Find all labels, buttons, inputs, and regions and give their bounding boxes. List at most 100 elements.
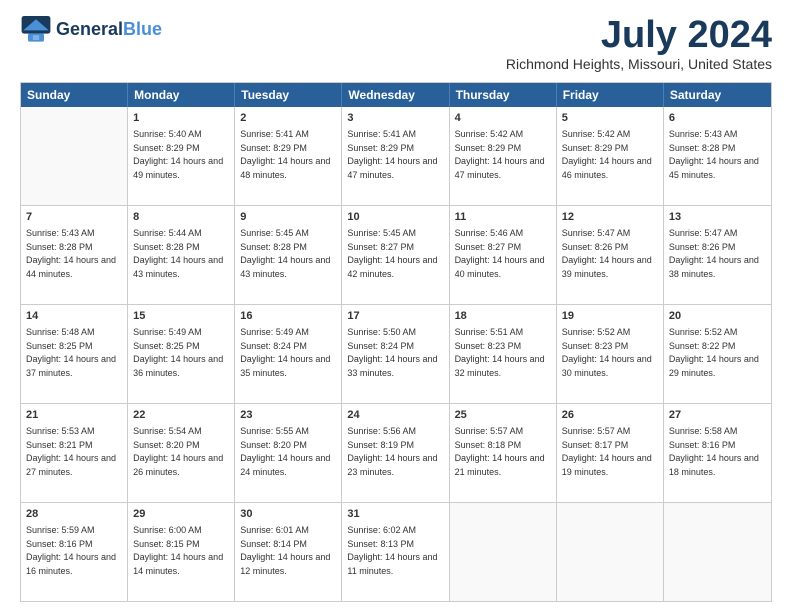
cell-info: Sunrise: 5:41 AMSunset: 8:29 PMDaylight:… xyxy=(240,129,330,180)
cell-info: Sunrise: 5:51 AMSunset: 8:23 PMDaylight:… xyxy=(455,327,545,378)
day-number: 13 xyxy=(669,210,766,225)
calendar: Sunday Monday Tuesday Wednesday Thursday… xyxy=(20,82,772,602)
calendar-row-4: 21 Sunrise: 5:53 AMSunset: 8:21 PMDaylig… xyxy=(21,404,771,503)
header: GeneralBlue July 2024 Richmond Heights, … xyxy=(20,16,772,72)
cell-info: Sunrise: 5:58 AMSunset: 8:16 PMDaylight:… xyxy=(669,426,759,477)
header-monday: Monday xyxy=(128,83,235,107)
day-number: 9 xyxy=(240,210,336,225)
day-number: 12 xyxy=(562,210,658,225)
day-number: 15 xyxy=(133,309,229,324)
calendar-cell-4-7: 27 Sunrise: 5:58 AMSunset: 8:16 PMDaylig… xyxy=(664,404,771,502)
calendar-cell-2-7: 13 Sunrise: 5:47 AMSunset: 8:26 PMDaylig… xyxy=(664,206,771,304)
calendar-cell-2-1: 7 Sunrise: 5:43 AMSunset: 8:28 PMDayligh… xyxy=(21,206,128,304)
cell-info: Sunrise: 5:56 AMSunset: 8:19 PMDaylight:… xyxy=(347,426,437,477)
cell-info: Sunrise: 5:49 AMSunset: 8:24 PMDaylight:… xyxy=(240,327,330,378)
logo: GeneralBlue xyxy=(20,16,162,44)
calendar-cell-1-1 xyxy=(21,107,128,205)
cell-info: Sunrise: 5:57 AMSunset: 8:18 PMDaylight:… xyxy=(455,426,545,477)
day-number: 28 xyxy=(26,507,122,522)
cell-info: Sunrise: 5:45 AMSunset: 8:28 PMDaylight:… xyxy=(240,228,330,279)
calendar-cell-2-2: 8 Sunrise: 5:44 AMSunset: 8:28 PMDayligh… xyxy=(128,206,235,304)
day-number: 31 xyxy=(347,507,443,522)
header-thursday: Thursday xyxy=(450,83,557,107)
cell-info: Sunrise: 5:53 AMSunset: 8:21 PMDaylight:… xyxy=(26,426,116,477)
calendar-cell-4-5: 25 Sunrise: 5:57 AMSunset: 8:18 PMDaylig… xyxy=(450,404,557,502)
calendar-body: 1 Sunrise: 5:40 AMSunset: 8:29 PMDayligh… xyxy=(21,107,771,601)
day-number: 21 xyxy=(26,408,122,423)
calendar-cell-4-6: 26 Sunrise: 5:57 AMSunset: 8:17 PMDaylig… xyxy=(557,404,664,502)
day-number: 22 xyxy=(133,408,229,423)
day-number: 7 xyxy=(26,210,122,225)
day-number: 16 xyxy=(240,309,336,324)
calendar-cell-1-3: 2 Sunrise: 5:41 AMSunset: 8:29 PMDayligh… xyxy=(235,107,342,205)
day-number: 4 xyxy=(455,111,551,126)
calendar-cell-2-5: 11 Sunrise: 5:46 AMSunset: 8:27 PMDaylig… xyxy=(450,206,557,304)
logo-text: GeneralBlue xyxy=(56,20,162,40)
header-friday: Friday xyxy=(557,83,664,107)
day-number: 5 xyxy=(562,111,658,126)
header-tuesday: Tuesday xyxy=(235,83,342,107)
calendar-cell-3-5: 18 Sunrise: 5:51 AMSunset: 8:23 PMDaylig… xyxy=(450,305,557,403)
calendar-cell-3-4: 17 Sunrise: 5:50 AMSunset: 8:24 PMDaylig… xyxy=(342,305,449,403)
cell-info: Sunrise: 5:59 AMSunset: 8:16 PMDaylight:… xyxy=(26,525,116,576)
day-number: 1 xyxy=(133,111,229,126)
cell-info: Sunrise: 5:46 AMSunset: 8:27 PMDaylight:… xyxy=(455,228,545,279)
calendar-cell-3-1: 14 Sunrise: 5:48 AMSunset: 8:25 PMDaylig… xyxy=(21,305,128,403)
calendar-cell-4-2: 22 Sunrise: 5:54 AMSunset: 8:20 PMDaylig… xyxy=(128,404,235,502)
calendar-row-1: 1 Sunrise: 5:40 AMSunset: 8:29 PMDayligh… xyxy=(21,107,771,206)
day-number: 27 xyxy=(669,408,766,423)
header-sunday: Sunday xyxy=(21,83,128,107)
day-number: 17 xyxy=(347,309,443,324)
cell-info: Sunrise: 5:49 AMSunset: 8:25 PMDaylight:… xyxy=(133,327,223,378)
day-number: 30 xyxy=(240,507,336,522)
day-number: 3 xyxy=(347,111,443,126)
calendar-cell-4-1: 21 Sunrise: 5:53 AMSunset: 8:21 PMDaylig… xyxy=(21,404,128,502)
cell-info: Sunrise: 5:57 AMSunset: 8:17 PMDaylight:… xyxy=(562,426,652,477)
calendar-cell-4-4: 24 Sunrise: 5:56 AMSunset: 8:19 PMDaylig… xyxy=(342,404,449,502)
calendar-cell-1-7: 6 Sunrise: 5:43 AMSunset: 8:28 PMDayligh… xyxy=(664,107,771,205)
calendar-row-5: 28 Sunrise: 5:59 AMSunset: 8:16 PMDaylig… xyxy=(21,503,771,601)
calendar-row-3: 14 Sunrise: 5:48 AMSunset: 8:25 PMDaylig… xyxy=(21,305,771,404)
calendar-cell-2-4: 10 Sunrise: 5:45 AMSunset: 8:27 PMDaylig… xyxy=(342,206,449,304)
day-number: 14 xyxy=(26,309,122,324)
calendar-cell-5-1: 28 Sunrise: 5:59 AMSunset: 8:16 PMDaylig… xyxy=(21,503,128,601)
calendar-cell-1-5: 4 Sunrise: 5:42 AMSunset: 8:29 PMDayligh… xyxy=(450,107,557,205)
calendar-cell-4-3: 23 Sunrise: 5:55 AMSunset: 8:20 PMDaylig… xyxy=(235,404,342,502)
header-saturday: Saturday xyxy=(664,83,771,107)
calendar-cell-5-4: 31 Sunrise: 6:02 AMSunset: 8:13 PMDaylig… xyxy=(342,503,449,601)
calendar-cell-5-2: 29 Sunrise: 6:00 AMSunset: 8:15 PMDaylig… xyxy=(128,503,235,601)
calendar-cell-1-6: 5 Sunrise: 5:42 AMSunset: 8:29 PMDayligh… xyxy=(557,107,664,205)
cell-info: Sunrise: 5:42 AMSunset: 8:29 PMDaylight:… xyxy=(562,129,652,180)
day-number: 19 xyxy=(562,309,658,324)
day-number: 20 xyxy=(669,309,766,324)
cell-info: Sunrise: 5:43 AMSunset: 8:28 PMDaylight:… xyxy=(669,129,759,180)
calendar-cell-2-3: 9 Sunrise: 5:45 AMSunset: 8:28 PMDayligh… xyxy=(235,206,342,304)
cell-info: Sunrise: 5:47 AMSunset: 8:26 PMDaylight:… xyxy=(669,228,759,279)
calendar-cell-1-4: 3 Sunrise: 5:41 AMSunset: 8:29 PMDayligh… xyxy=(342,107,449,205)
day-number: 18 xyxy=(455,309,551,324)
day-number: 23 xyxy=(240,408,336,423)
day-number: 8 xyxy=(133,210,229,225)
cell-info: Sunrise: 6:01 AMSunset: 8:14 PMDaylight:… xyxy=(240,525,330,576)
calendar-header: Sunday Monday Tuesday Wednesday Thursday… xyxy=(21,83,771,107)
header-wednesday: Wednesday xyxy=(342,83,449,107)
title-area: July 2024 Richmond Heights, Missouri, Un… xyxy=(506,16,772,72)
cell-info: Sunrise: 5:48 AMSunset: 8:25 PMDaylight:… xyxy=(26,327,116,378)
calendar-cell-1-2: 1 Sunrise: 5:40 AMSunset: 8:29 PMDayligh… xyxy=(128,107,235,205)
cell-info: Sunrise: 5:52 AMSunset: 8:23 PMDaylight:… xyxy=(562,327,652,378)
cell-info: Sunrise: 5:41 AMSunset: 8:29 PMDaylight:… xyxy=(347,129,437,180)
cell-info: Sunrise: 5:44 AMSunset: 8:28 PMDaylight:… xyxy=(133,228,223,279)
page: GeneralBlue July 2024 Richmond Heights, … xyxy=(0,0,792,612)
day-number: 2 xyxy=(240,111,336,126)
cell-info: Sunrise: 5:55 AMSunset: 8:20 PMDaylight:… xyxy=(240,426,330,477)
day-number: 6 xyxy=(669,111,766,126)
cell-info: Sunrise: 5:45 AMSunset: 8:27 PMDaylight:… xyxy=(347,228,437,279)
calendar-cell-3-7: 20 Sunrise: 5:52 AMSunset: 8:22 PMDaylig… xyxy=(664,305,771,403)
calendar-cell-3-6: 19 Sunrise: 5:52 AMSunset: 8:23 PMDaylig… xyxy=(557,305,664,403)
logo-icon xyxy=(20,16,52,44)
calendar-cell-3-2: 15 Sunrise: 5:49 AMSunset: 8:25 PMDaylig… xyxy=(128,305,235,403)
day-number: 10 xyxy=(347,210,443,225)
calendar-cell-2-6: 12 Sunrise: 5:47 AMSunset: 8:26 PMDaylig… xyxy=(557,206,664,304)
cell-info: Sunrise: 5:50 AMSunset: 8:24 PMDaylight:… xyxy=(347,327,437,378)
calendar-cell-5-7 xyxy=(664,503,771,601)
